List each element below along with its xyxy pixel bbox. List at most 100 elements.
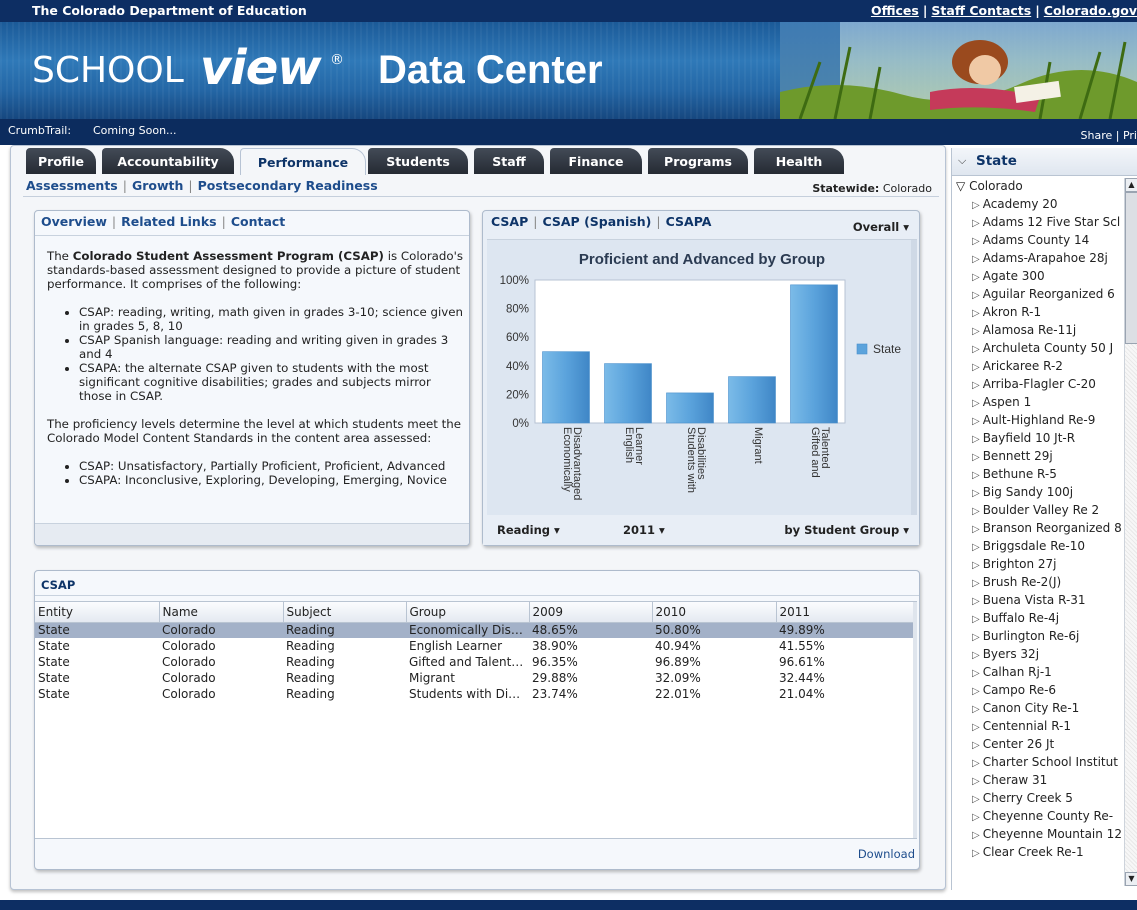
collapsed-triangle-icon: ▷ [972,362,980,373]
column-header-entity[interactable]: Entity [35,602,160,623]
tab-profile[interactable]: Profile [26,148,96,174]
tree-item[interactable]: ▷ Adams County 14 [952,232,1124,250]
tree-item[interactable]: ▷ Archuleta County 50 J [952,340,1124,358]
group-dropdown[interactable]: by Student Group ▾ [784,523,909,537]
banner-photo [780,22,1137,119]
tab-accountability[interactable]: Accountability [102,148,234,174]
tree-item[interactable]: ▷ Cheyenne County Re- [952,808,1124,826]
tree-item-label: Archuleta County 50 J [982,341,1114,355]
tab-csap[interactable]: CSAP [491,214,528,229]
tree-root-colorado[interactable]: ▽ Colorado [952,178,1124,196]
table-row[interactable]: State Colorado Reading Migrant 29.88% 32.09% 3… [35,670,915,686]
tab-staff[interactable]: Staff [474,148,544,174]
tab-health[interactable]: Health [754,148,844,174]
collapsed-triangle-icon: ▷ [972,596,980,607]
subject-dropdown[interactable]: Reading ▾ [497,523,560,537]
column-header-subject[interactable]: Subject [283,602,407,623]
tree-item[interactable]: ▷ Byers 32j [952,646,1124,664]
scroll-down-icon[interactable]: ▼ [1125,872,1137,886]
tree-item[interactable]: ▷ Burlington Re-6j [952,628,1124,646]
chart-tabs: CSAP | CSAP (Spanish) | CSAPA [491,214,712,229]
tree-item[interactable]: ▷ Arriba-Flagler C-20 [952,376,1124,394]
tree-item-label: Cherry Creek 5 [982,791,1073,805]
logo-school-text: SCHOOL [32,50,184,91]
column-header-2009[interactable]: 2009 [529,602,653,623]
subnav-assessments[interactable]: Assessments [26,178,118,193]
tree-item[interactable]: ▷ Akron R-1 [952,304,1124,322]
tree-item[interactable]: ▷ Alamosa Re-11j [952,322,1124,340]
year-dropdown[interactable]: 2011 ▾ [623,523,665,537]
legend-swatch [856,343,868,355]
subnav-postsecondary[interactable]: Postsecondary Readiness [198,178,378,193]
tab-performance[interactable]: Performance [240,148,366,175]
state-scrollbar[interactable]: ▲ ▼ [1124,178,1137,886]
tree-item[interactable]: ▷ Cherry Creek 5 [952,790,1124,808]
tree-item[interactable]: ▷ Agate 300 [952,268,1124,286]
tree-item[interactable]: ▷ Bayfield 10 Jt-R [952,430,1124,448]
tab-csapa[interactable]: CSAPA [666,214,712,229]
tree-item[interactable]: ▷ Cheraw 31 [952,772,1124,790]
column-header-group[interactable]: Group [406,602,530,623]
share-link[interactable]: Share [1081,129,1113,142]
table-row[interactable]: State Colorado Reading Students with Disa..… [35,686,915,702]
collapsed-triangle-icon: ▷ [972,326,980,337]
collapse-icon[interactable]: ⌵ [958,154,966,168]
tree-item[interactable]: ▷ Canon City Re-1 [952,700,1124,718]
tree-item[interactable]: ▷ Campo Re-6 [952,682,1124,700]
offices-link[interactable]: Offices [871,3,919,18]
tree-item[interactable]: ▷ Clear Creek Re-1 [952,844,1124,862]
tree-item[interactable]: ▷ Arickaree R-2 [952,358,1124,376]
tree-item[interactable]: ▷ Adams-Arapahoe 28j [952,250,1124,268]
tree-item[interactable]: ▷ Cheyenne Mountain 12 [952,826,1124,844]
tree-item[interactable]: ▷ Adams 12 Five Star Scl [952,214,1124,232]
tree-item[interactable]: ▷ Boulder Valley Re 2 [952,502,1124,520]
column-header-name[interactable]: Name [159,602,284,623]
tree-item[interactable]: ▷ Center 26 Jt [952,736,1124,754]
table-row[interactable]: State Colorado Reading Gifted and Talented 9… [35,654,915,670]
table-cell: 96.89% [655,655,701,669]
tree-item[interactable]: ▷ Academy 20 [952,196,1124,214]
column-header-2011[interactable]: 2011 [776,602,916,623]
scroll-up-icon[interactable]: ▲ [1125,178,1137,192]
tree-item[interactable]: ▷ Buena Vista R-31 [952,592,1124,610]
tree-item[interactable]: ▷ Branson Reorganized 8 [952,520,1124,538]
tree-item[interactable]: ▷ Charter School Institut [952,754,1124,772]
tab-programs[interactable]: Programs [648,148,748,174]
y-tick-label: 0% [512,418,529,430]
tree-item[interactable]: ▷ Ault-Highland Re-9 [952,412,1124,430]
tree-item[interactable]: ▷ Buffalo Re-4j [952,610,1124,628]
print-link[interactable]: Pri [1123,129,1137,142]
staff-contacts-link[interactable]: Staff Contacts [931,3,1031,18]
tab-related-links[interactable]: Related Links [121,214,216,229]
column-header-2010[interactable]: 2010 [652,602,777,623]
table-row[interactable]: State Colorado Reading Economically Disad..… [35,622,915,638]
tree-item[interactable]: ▷ Big Sandy 100j [952,484,1124,502]
tab-finance[interactable]: Finance [550,148,642,174]
tree-item[interactable]: ▷ Brush Re-2(J) [952,574,1124,592]
table-row[interactable]: State Colorado Reading English Learner 38.90… [35,638,915,654]
top-bar: The Colorado Department of Education Off… [0,0,1137,22]
tab-contact[interactable]: Contact [231,214,285,229]
tree-item[interactable]: ▷ Bethune R-5 [952,466,1124,484]
tree-item[interactable]: ▷ Bennett 29j [952,448,1124,466]
tab-students[interactable]: Students [368,148,468,174]
colorado-gov-link[interactable]: Colorado.gov [1044,3,1137,18]
tab-overview[interactable]: Overview [41,214,107,229]
tree-item[interactable]: ▷ Aguilar Reorganized 6 [952,286,1124,304]
download-link[interactable]: Download [858,847,915,861]
tree-item[interactable]: ▷ Centennial R-1 [952,718,1124,736]
collapsed-triangle-icon: ▷ [972,308,980,319]
y-tick-label: 100% [500,275,529,287]
overall-dropdown[interactable]: Overall ▾ [853,220,909,234]
tree-item[interactable]: ▷ Briggsdale Re-10 [952,538,1124,556]
tree-item[interactable]: ▷ Aspen 1 [952,394,1124,412]
table-cell: Colorado [162,671,216,685]
collapsed-triangle-icon: ▷ [972,398,980,409]
tree-item[interactable]: ▷ Calhan Rj-1 [952,664,1124,682]
tree-item[interactable]: ▷ Brighton 27j [952,556,1124,574]
table-scrollbar[interactable] [913,602,917,838]
tree-item-label: Adams 12 Five Star Scl [982,215,1121,229]
subnav-growth[interactable]: Growth [132,178,183,193]
scroll-thumb[interactable] [1125,192,1137,344]
tab-csap-spanish[interactable]: CSAP (Spanish) [542,214,651,229]
